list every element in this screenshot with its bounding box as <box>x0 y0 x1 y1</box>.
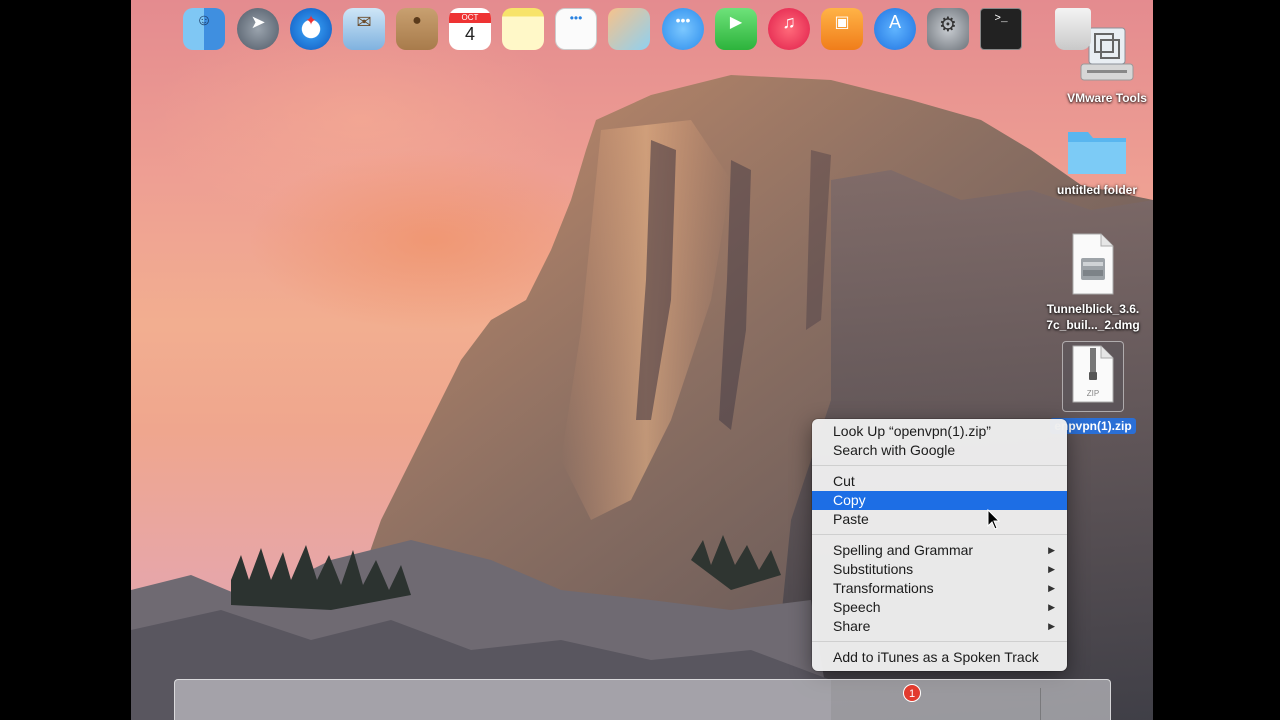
menu-separator <box>812 534 1067 535</box>
folder-icon <box>1068 132 1126 174</box>
menu-item-transformations[interactable]: Transformations ▶ <box>812 579 1067 598</box>
terminal-icon[interactable]: >_ <box>980 8 1022 50</box>
app-store-badge: 1 <box>903 684 921 702</box>
calendar-month: OCT <box>449 13 491 23</box>
finder-icon[interactable]: ☺ <box>183 8 225 50</box>
reminders-icon[interactable]: ••• <box>555 8 597 50</box>
context-menu: Look Up “openvpn(1).zip” Search with Goo… <box>812 419 1067 671</box>
calendar-icon[interactable]: OCT 4 <box>449 8 491 50</box>
photo-icon[interactable] <box>608 8 650 50</box>
svg-text:ZIP: ZIP <box>1087 389 1099 398</box>
menu-item-speech[interactable]: Speech ▶ <box>812 598 1067 617</box>
messages-icon[interactable]: ••• <box>662 8 704 50</box>
menu-item-label: Spelling and Grammar <box>833 542 974 558</box>
submenu-arrow-icon: ▶ <box>1048 602 1055 612</box>
menu-separator <box>812 465 1067 466</box>
desktop-icon-label: untitled folder <box>1057 183 1137 197</box>
menu-item-look-up[interactable]: Look Up “openvpn(1).zip” <box>812 422 1067 441</box>
desktop-icon-untitled-folder[interactable]: untitled folder <box>1042 124 1152 199</box>
submenu-arrow-icon: ▶ <box>1048 545 1055 555</box>
menu-separator <box>812 641 1067 642</box>
menu-item-cut[interactable]: Cut <box>812 472 1067 491</box>
notes-icon[interactable] <box>502 8 544 50</box>
desktop-icon-tunnelblick-dmg[interactable]: Tunnelblick_3.6. 7c_buil..._2.dmg <box>1038 232 1148 334</box>
launchpad-icon[interactable]: ➤ <box>237 8 279 50</box>
desktop-icon-label: Tunnelblick_3.6. 7c_buil..._2.dmg <box>1046 302 1140 332</box>
safari-icon[interactable]: ✦ <box>290 8 332 50</box>
system-preferences-icon[interactable]: ⚙ <box>927 8 969 50</box>
desktop: VMware Tools untitled folder Tunnelblick… <box>131 0 1153 720</box>
facetime-icon[interactable]: ▶ <box>715 8 757 50</box>
menu-item-search-with-google[interactable]: Search with Google <box>812 441 1067 460</box>
mail-icon[interactable]: ✉ <box>343 8 385 50</box>
menu-item-spelling-and-grammar[interactable]: Spelling and Grammar ▶ <box>812 541 1067 560</box>
mouse-pointer-icon <box>987 509 1001 530</box>
menu-item-label: Speech <box>833 599 881 615</box>
ibooks-icon[interactable]: ▣ <box>821 8 863 50</box>
calendar-day: 4 <box>464 24 475 44</box>
dock-divider <box>1040 688 1041 720</box>
menu-item-label: Substitutions <box>833 561 914 577</box>
menu-item-paste[interactable]: Paste <box>812 510 1067 529</box>
dock <box>174 679 1111 720</box>
menu-item-add-to-itunes[interactable]: Add to iTunes as a Spoken Track <box>812 648 1067 667</box>
menu-item-label: Transformations <box>833 580 934 596</box>
submenu-arrow-icon: ▶ <box>1048 564 1055 574</box>
menu-item-share[interactable]: Share ▶ <box>812 617 1067 636</box>
menu-item-copy[interactable]: Copy <box>812 491 1067 510</box>
zip-file-icon: ZIP <box>1072 345 1114 403</box>
itunes-icon[interactable]: ♫ <box>768 8 810 50</box>
contacts-icon[interactable]: ● <box>396 8 438 50</box>
dmg-file-icon <box>1072 233 1114 295</box>
app-store-icon[interactable]: A <box>874 8 916 50</box>
menu-item-substitutions[interactable]: Substitutions ▶ <box>812 560 1067 579</box>
submenu-arrow-icon: ▶ <box>1048 583 1055 593</box>
menu-item-label: Share <box>833 618 871 634</box>
trash-icon[interactable] <box>1055 8 1091 50</box>
submenu-arrow-icon: ▶ <box>1048 621 1055 631</box>
desktop-icon-label: VMware Tools <box>1067 91 1147 105</box>
